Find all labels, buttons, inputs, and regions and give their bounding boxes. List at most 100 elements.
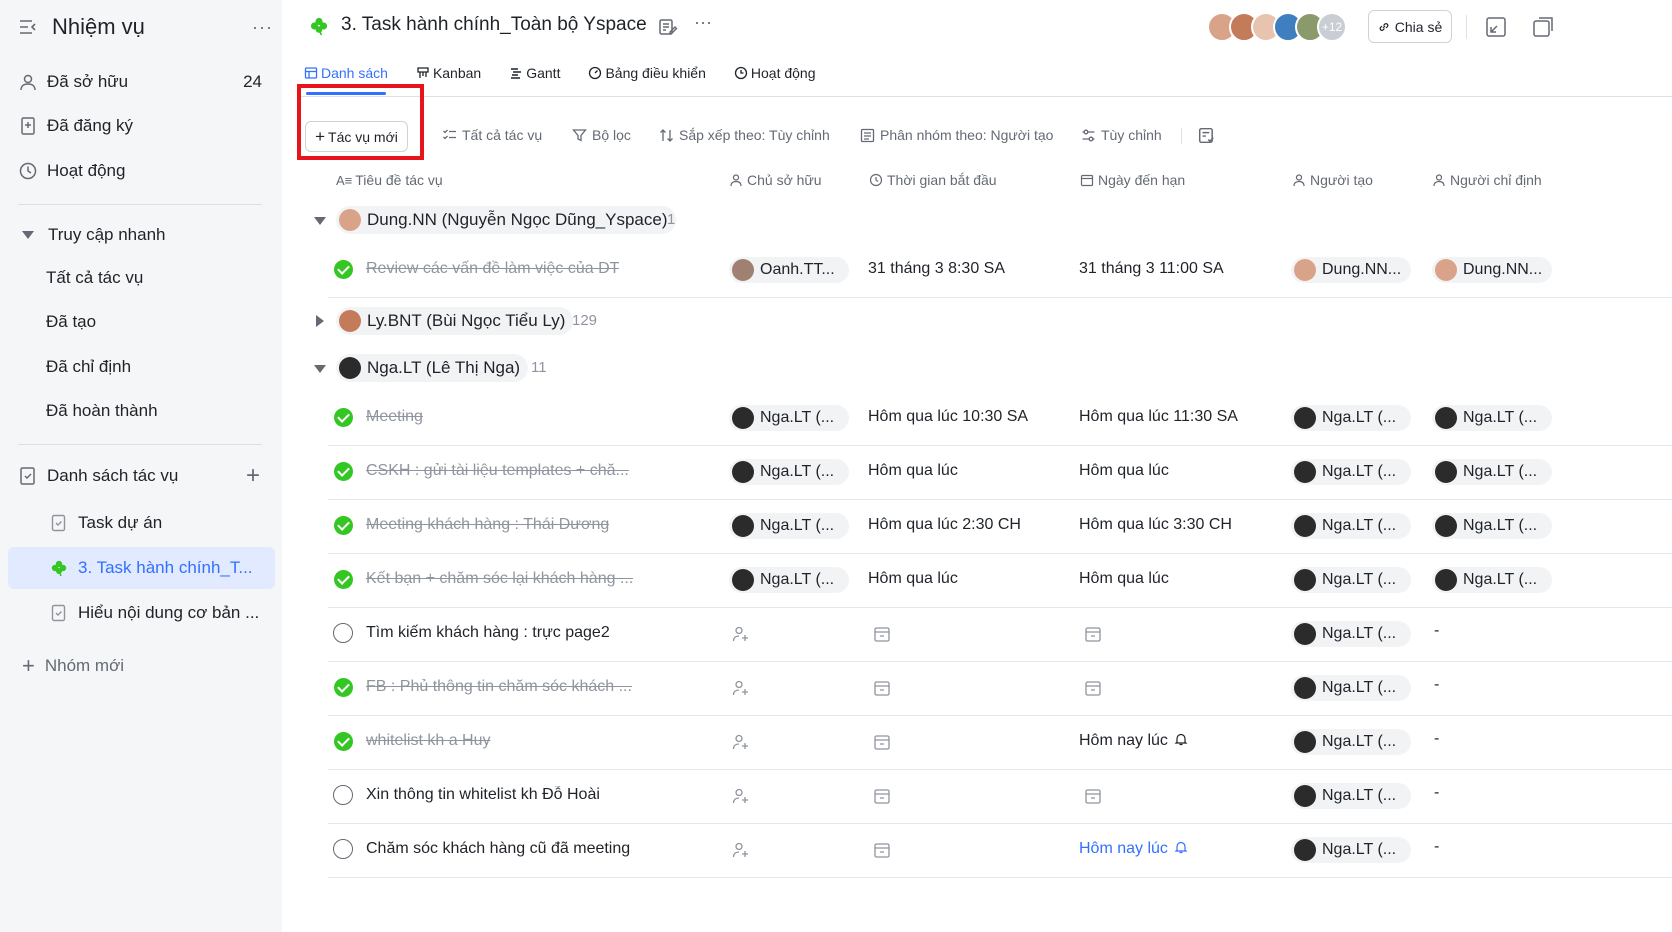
- edit-description-icon[interactable]: [658, 17, 678, 37]
- customize-button[interactable]: Tùy chỉnh: [1081, 127, 1162, 143]
- task-title[interactable]: Meeting khách hàng : Thái Dương: [366, 516, 609, 534]
- column-assigner[interactable]: Người chỉ định: [1432, 172, 1542, 188]
- incomplete-circle-icon[interactable]: [333, 623, 353, 643]
- task-title[interactable]: FB : Phủ thông tin chăm sóc khách ...: [366, 678, 632, 696]
- owner-chip[interactable]: Nga.LT (...: [729, 567, 849, 593]
- sidebar-item-owned[interactable]: Đã sở hữu 24: [18, 64, 274, 100]
- creator-chip[interactable]: Dung.NN...: [1291, 257, 1411, 283]
- add-owner-icon[interactable]: [732, 787, 750, 805]
- sidebar-item-activity[interactable]: Hoạt động: [18, 153, 274, 189]
- creator-chip[interactable]: Nga.LT (...: [1291, 405, 1411, 431]
- sidebar-item-task-lists[interactable]: Danh sách tác vụ +: [18, 458, 274, 494]
- table-row[interactable]: Tìm kiếm khách hàng : trực page2 Nga.LT …: [328, 608, 1672, 662]
- table-row[interactable]: FB : Phủ thông tin chăm sóc khách ... Ng…: [328, 662, 1672, 716]
- set-start-date-icon[interactable]: [873, 679, 891, 697]
- creator-chip[interactable]: Nga.LT (...: [1291, 837, 1411, 863]
- collapse-menu-icon[interactable]: [18, 17, 38, 37]
- table-row[interactable]: whitelist kh a Huy Hôm nay lúc Nga.LT (.…: [328, 716, 1672, 770]
- new-group-button[interactable]: + Nhóm mới: [18, 648, 274, 684]
- add-owner-icon[interactable]: [732, 679, 750, 697]
- creator-chip[interactable]: Nga.LT (...: [1291, 729, 1411, 755]
- collapse-icon[interactable]: [1485, 16, 1507, 38]
- add-owner-icon[interactable]: [732, 841, 750, 859]
- sidebar-item-all-tasks[interactable]: Tất cả tác vụ: [46, 261, 143, 295]
- set-start-date-icon[interactable]: [873, 625, 891, 643]
- save-view-button[interactable]: [1198, 127, 1220, 144]
- set-start-date-icon[interactable]: [873, 733, 891, 751]
- more-options-icon[interactable]: ···: [694, 12, 712, 33]
- sidebar-item-assigned[interactable]: Đã chỉ định: [46, 350, 131, 384]
- set-start-date-icon[interactable]: [873, 787, 891, 805]
- sidebar-more-icon[interactable]: ···: [252, 17, 273, 38]
- group-header[interactable]: Nga.LT (Lê Thị Nga) 11: [282, 350, 1672, 388]
- task-title[interactable]: whitelist kh a Huy: [366, 732, 491, 750]
- column-creator[interactable]: Người tạo: [1292, 172, 1373, 188]
- add-owner-icon[interactable]: [732, 733, 750, 751]
- set-due-date-icon[interactable]: [1084, 787, 1102, 805]
- owner-chip[interactable]: Nga.LT (...: [729, 405, 849, 431]
- tab-kanban[interactable]: Kanban: [416, 62, 481, 84]
- member-avatars[interactable]: +12: [1207, 12, 1347, 42]
- set-due-date-icon[interactable]: [1084, 679, 1102, 697]
- tab-dashboard[interactable]: Bảng điều khiển: [588, 62, 706, 84]
- creator-chip[interactable]: Nga.LT (...: [1291, 783, 1411, 809]
- column-title[interactable]: A≡ Tiêu đề tác vụ: [336, 172, 443, 188]
- start-time[interactable]: Hôm qua lúc: [868, 570, 958, 588]
- due-date[interactable]: Hôm qua lúc 3:30 CH: [1079, 516, 1232, 534]
- start-time[interactable]: Hôm qua lúc: [868, 462, 958, 480]
- task-title[interactable]: Meeting: [366, 408, 423, 426]
- quick-access-toggle[interactable]: Truy cập nhanh: [18, 217, 274, 253]
- task-title[interactable]: Xin thông tin whitelist kh Đỗ Hoài: [366, 786, 600, 804]
- table-row[interactable]: Meeting Nga.LT (... Hôm qua lúc 10:30 SA…: [328, 392, 1672, 446]
- assigner-chip[interactable]: Nga.LT (...: [1432, 405, 1552, 431]
- table-row[interactable]: CSKH : gửi tài liệu templates + chă... N…: [328, 446, 1672, 500]
- creator-chip[interactable]: Nga.LT (...: [1291, 621, 1411, 647]
- completed-check-icon[interactable]: [334, 570, 353, 589]
- table-row[interactable]: Chăm sóc khách hàng cũ đã meeting Hôm na…: [328, 824, 1672, 878]
- sidebar-list-hieu-noi-dung[interactable]: Hiểu nội dung cơ bản ...: [8, 592, 275, 634]
- owner-chip[interactable]: Oanh.TT...: [729, 257, 849, 283]
- due-date[interactable]: Hôm qua lúc 11:30 SA: [1079, 408, 1238, 426]
- incomplete-circle-icon[interactable]: [333, 785, 353, 805]
- sidebar-list-hanh-chinh[interactable]: 3. Task hành chính_T...: [8, 547, 275, 589]
- start-time[interactable]: 31 tháng 3 8:30 SA: [868, 260, 1005, 278]
- creator-chip[interactable]: Nga.LT (...: [1291, 567, 1411, 593]
- caret-right-icon[interactable]: [316, 315, 324, 327]
- table-row[interactable]: Kết bạn + chăm sóc lại khách hàng ... Ng…: [328, 554, 1672, 608]
- due-date[interactable]: Hôm nay lúc: [1079, 840, 1188, 858]
- open-window-icon[interactable]: [1532, 16, 1554, 38]
- due-date[interactable]: Hôm qua lúc: [1079, 570, 1169, 588]
- completed-check-icon[interactable]: [334, 260, 353, 279]
- assigner-chip[interactable]: Nga.LT (...: [1432, 513, 1552, 539]
- incomplete-circle-icon[interactable]: [333, 839, 353, 859]
- sidebar-item-subscribed[interactable]: Đã đăng ký: [18, 108, 274, 144]
- table-row[interactable]: Xin thông tin whitelist kh Đỗ Hoài Nga.L…: [328, 770, 1672, 824]
- due-date[interactable]: Hôm qua lúc: [1079, 462, 1169, 480]
- task-title[interactable]: Review các vấn đề làm việc của DT: [366, 260, 619, 278]
- sort-button[interactable]: Sắp xếp theo: Tùy chỉnh: [659, 127, 830, 143]
- assigner-chip[interactable]: Nga.LT (...: [1432, 567, 1552, 593]
- group-header[interactable]: Dung.NN (Nguyễn Ngọc Dũng_Yspace) 1: [282, 202, 1672, 240]
- column-due-date[interactable]: Ngày đến hạn: [1080, 172, 1185, 188]
- all-tasks-filter[interactable]: Tất cả tác vụ: [442, 127, 542, 143]
- add-owner-icon[interactable]: [732, 625, 750, 643]
- sidebar-item-completed[interactable]: Đã hoàn thành: [46, 394, 158, 428]
- completed-check-icon[interactable]: [334, 462, 353, 481]
- owner-chip[interactable]: Nga.LT (...: [729, 459, 849, 485]
- group-by-button[interactable]: Phân nhóm theo: Người tạo: [860, 127, 1053, 143]
- start-time[interactable]: Hôm qua lúc 2:30 CH: [868, 516, 1021, 534]
- task-title[interactable]: Tìm kiếm khách hàng : trực page2: [366, 624, 610, 642]
- sidebar-list-task-du-an[interactable]: Task dự án: [8, 502, 275, 544]
- completed-check-icon[interactable]: [334, 408, 353, 427]
- due-date[interactable]: 31 tháng 3 11:00 SA: [1079, 260, 1224, 278]
- assigner-chip[interactable]: Nga.LT (...: [1432, 459, 1552, 485]
- creator-chip[interactable]: Nga.LT (...: [1291, 513, 1411, 539]
- set-start-date-icon[interactable]: [873, 841, 891, 859]
- caret-down-icon[interactable]: [314, 217, 326, 225]
- caret-down-icon[interactable]: [314, 365, 326, 373]
- table-row[interactable]: Meeting khách hàng : Thái Dương Nga.LT (…: [328, 500, 1672, 554]
- creator-chip[interactable]: Nga.LT (...: [1291, 459, 1411, 485]
- start-time[interactable]: Hôm qua lúc 10:30 SA: [868, 408, 1028, 426]
- owner-chip[interactable]: Nga.LT (...: [729, 513, 849, 539]
- completed-check-icon[interactable]: [334, 516, 353, 535]
